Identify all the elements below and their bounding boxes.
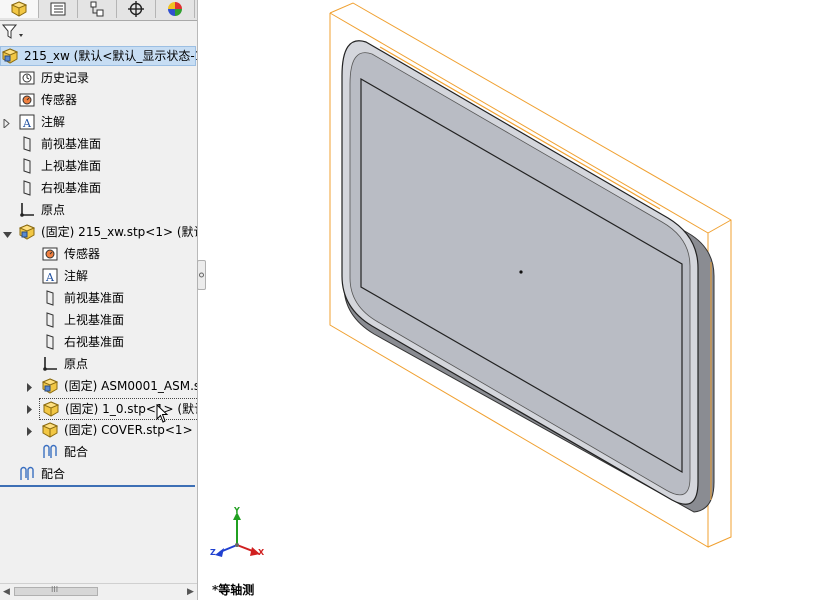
tree-item-origin[interactable]: 原点 [18,200,65,220]
tree-root-assembly[interactable]: 215_xw (默认<默认_显示状态-1 [0,46,198,66]
expand-arrow-icon[interactable] [26,403,34,414]
tree-item-label: (固定) 215_xw.stp<1> (默认 [41,225,198,239]
propertymanager-tab[interactable] [39,0,78,18]
graphics-viewport[interactable]: Y X Z [199,0,836,600]
property-list-icon [50,2,66,16]
color-wheel-icon [168,2,182,16]
expand-arrow-icon[interactable] [26,381,34,392]
axis-triad [215,512,260,557]
expand-arrow-icon[interactable] [26,425,34,436]
svg-text:A: A [22,117,32,130]
tree-item-cover[interactable]: (固定) COVER.stp<1> ( [41,420,198,440]
feature-manager-panel: 215_xw (默认<默认_显示状态-1 历史记录 传感器 A 注解 前视基准面… [0,0,198,600]
tree-item-history[interactable]: 历史记录 [18,68,89,88]
plane-icon [41,289,59,307]
history-icon [18,69,36,87]
triad-x-label: X [258,548,265,557]
tree-item-top-plane[interactable]: 上视基准面 [18,156,101,176]
tree-item-right-plane[interactable]: 右视基准面 [18,178,101,198]
tree-item-sub-assembly[interactable]: (固定) 215_xw.stp<1> (默认 [18,222,198,242]
tree-item-label: 原点 [41,203,66,217]
tree-item-sensors[interactable]: 传感器 [18,90,77,110]
tree-item-label: 右视基准面 [64,335,125,349]
center-point [519,270,523,274]
tree-item-label: (固定) 1_0.stp<1> (默认 [65,402,198,416]
mate-icon [41,443,59,461]
tree-item-label: 配合 [41,467,66,481]
scroll-left-icon[interactable]: ◀ [3,587,10,597]
tree-item-label: 注解 [64,269,89,283]
assembly-icon [41,377,59,395]
tree-item-sub-mates[interactable]: 配合 [41,442,88,462]
plane-icon [18,135,36,153]
assembly-icon [1,47,19,65]
tree-item-sub-annotations[interactable]: A 注解 [41,266,88,286]
tree-item-front-plane[interactable]: 前视基准面 [18,134,101,154]
tree-item-label: 前视基准面 [64,291,125,305]
tree-item-label: 原点 [64,357,89,371]
tree-item-label: (固定) COVER.stp<1> ( [64,423,198,437]
model-render[interactable] [199,0,836,600]
annotation-icon: A [18,113,36,131]
triad-z-label: Z [210,548,216,557]
filter-bar [0,21,197,43]
tree-item-sub-front-plane[interactable]: 前视基准面 [41,288,124,308]
plane-icon [41,311,59,329]
crosshair-icon [128,1,144,17]
view-orientation-label: *等轴测 [212,583,255,597]
tree-item-label: 右视基准面 [41,181,102,195]
assembly-icon [18,223,36,241]
filter-icon[interactable] [2,24,24,40]
origin-icon [41,355,59,373]
tree-item-sub-origin[interactable]: 原点 [41,354,88,374]
tree-item-label: 传感器 [64,247,101,261]
expand-arrow-icon[interactable] [3,117,11,130]
sensor-icon [18,91,36,109]
tree-item-sub-right-plane[interactable]: 右视基准面 [41,332,124,352]
panel-tabs [0,0,197,21]
mouse-cursor-icon [156,404,169,423]
annotation-icon: A [41,267,59,285]
tree-item-mates[interactable]: 配合 [18,464,65,484]
svg-text:A: A [45,271,55,284]
dimxpert-tab[interactable] [117,0,156,18]
plane-icon [41,333,59,351]
configuration-icon [90,1,104,17]
horizontal-scrollbar[interactable]: ◀ III ▶ [0,583,197,600]
part-icon [42,400,60,418]
plane-icon [18,157,36,175]
tree-item-label: 注解 [41,115,66,129]
tree-item-label: 上视基准面 [41,159,102,173]
collapse-arrow-icon[interactable] [3,228,12,238]
tree-item-label: 配合 [64,445,89,459]
mate-icon [18,465,36,483]
tree-item-sub-top-plane[interactable]: 上视基准面 [41,310,124,330]
tree-item-label: 上视基准面 [64,313,125,327]
assembly-icon [11,1,27,17]
tree-item-label: (固定) ASM0001_ASM.s [64,379,198,393]
tree-item-sub-sensors[interactable]: 传感器 [41,244,100,264]
tree-item-label: 前视基准面 [41,137,102,151]
triad-y-label: Y [234,506,240,515]
display-manager-tab[interactable] [156,0,195,18]
scroll-right-icon[interactable]: ▶ [187,587,194,597]
scrollbar-thumb[interactable]: III [14,585,98,596]
tree-item-annotations[interactable]: A 注解 [18,112,65,132]
origin-icon [18,201,36,219]
tree-item-asm0001[interactable]: (固定) ASM0001_ASM.s [41,376,198,396]
tree-item-label: 传感器 [41,93,78,107]
tree-item-label: 历史记录 [41,71,90,85]
tree-item-part-1-0[interactable]: (固定) 1_0.stp<1> (默认 [39,398,198,420]
configuration-tab[interactable] [78,0,117,18]
scrollbar-grip: III [51,585,59,594]
plane-icon [18,179,36,197]
featuremanager-tab[interactable] [0,0,39,18]
sensor-icon [41,245,59,263]
rollback-bar[interactable] [0,485,195,487]
tree-root-label: 215_xw (默认<默认_显示状态-1 [24,49,198,63]
part-icon [41,421,59,439]
